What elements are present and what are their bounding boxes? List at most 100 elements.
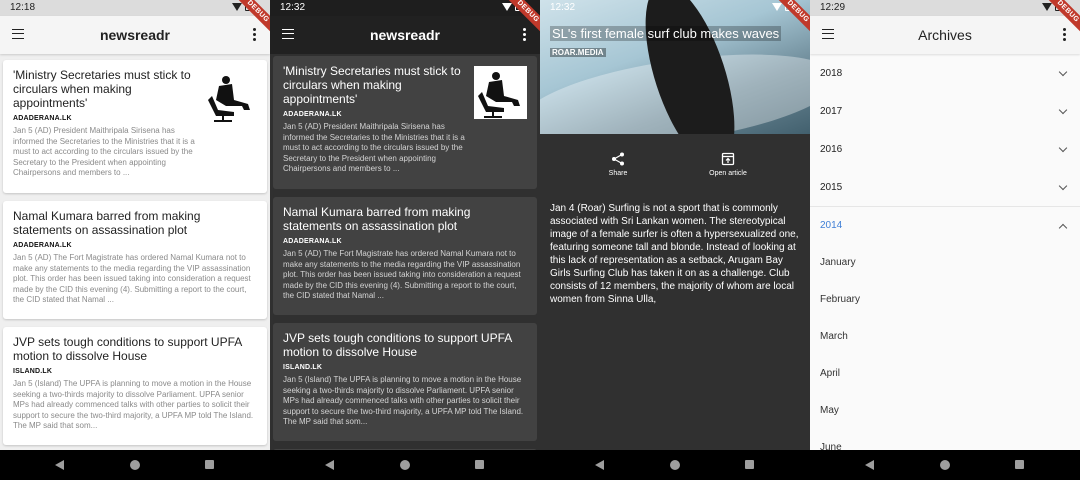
- home-icon[interactable]: [130, 460, 140, 470]
- home-icon[interactable]: [400, 460, 410, 470]
- system-nav-bar: [270, 450, 540, 480]
- menu-icon[interactable]: [822, 29, 834, 39]
- app-title: Archives: [918, 27, 972, 43]
- chevron-up-icon: [1058, 223, 1068, 233]
- news-source: ADADERANA.LK: [13, 242, 72, 249]
- news-headline: Namal Kumara barred from making statemen…: [13, 209, 201, 237]
- wifi-icon: [232, 2, 242, 11]
- status-bar: 12:29: [810, 0, 1080, 16]
- year-row-2014[interactable]: 2014: [810, 206, 1080, 244]
- more-options-icon[interactable]: [253, 28, 256, 42]
- month-item-january[interactable]: January: [810, 244, 1080, 281]
- app-bar: newsreadr: [0, 16, 270, 54]
- open-in-new-icon: [721, 152, 735, 166]
- news-card[interactable]: 'Ministry Secretaries must stick to circ…: [3, 60, 267, 193]
- news-card[interactable]: 'Ministry Secretaries must stick to circ…: [273, 56, 537, 189]
- month-item-may[interactable]: May: [810, 392, 1080, 429]
- year-label: 2017: [820, 105, 843, 117]
- system-nav-bar: [810, 450, 1080, 480]
- back-icon[interactable]: [865, 460, 874, 470]
- article-source: ROAR.MEDIA: [550, 48, 606, 57]
- back-icon[interactable]: [325, 460, 334, 470]
- menu-icon[interactable]: [282, 29, 294, 39]
- news-list-screen-light: 12:18 DEBUG newsreadr 'Ministry Secretar…: [0, 0, 270, 480]
- share-label: Share: [608, 170, 628, 177]
- share-button[interactable]: Share: [578, 152, 658, 177]
- chevron-down-icon: [1058, 67, 1068, 77]
- status-time: 12:32: [280, 2, 306, 13]
- news-headline: JVP sets tough conditions to support UPF…: [283, 331, 512, 359]
- chevron-down-icon: [1058, 143, 1068, 153]
- home-icon[interactable]: [940, 460, 950, 470]
- year-label: 2018: [820, 67, 843, 79]
- month-label: May: [820, 405, 839, 416]
- year-label: 2014: [820, 220, 843, 231]
- month-item-march[interactable]: March: [810, 318, 1080, 355]
- month-label: June: [820, 442, 842, 450]
- year-label: 2015: [820, 181, 843, 193]
- app-bar: newsreadr: [270, 16, 540, 54]
- app-title: newsreadr: [99, 27, 171, 43]
- news-summary: Jan 5 (AD) President Maithripala Sirisen…: [13, 126, 195, 177]
- news-summary: Jan 5 (Island) The UPFA is planning to m…: [13, 379, 254, 430]
- month-label: February: [820, 294, 861, 305]
- status-bar: 12:32: [540, 0, 810, 16]
- menu-icon[interactable]: [12, 29, 24, 39]
- news-list[interactable]: 'Ministry Secretaries must stick to circ…: [270, 54, 540, 450]
- month-label: April: [820, 368, 841, 379]
- news-summary: Jan 5 (AD) The Fort Magistrate has order…: [13, 253, 251, 304]
- app-bar: Archives: [810, 16, 1080, 54]
- archives-screen: 12:29 DEBUG Archives 2018 2017 2016 2015…: [810, 0, 1080, 480]
- news-headline: 'Ministry Secretaries must stick to circ…: [13, 68, 191, 110]
- news-list[interactable]: 'Ministry Secretaries must stick to circ…: [0, 54, 270, 450]
- wifi-icon: [1042, 2, 1052, 11]
- open-article-label: Open article: [709, 170, 747, 177]
- year-row-2016[interactable]: 2016: [810, 130, 1080, 168]
- month-label: March: [820, 331, 848, 342]
- recent-apps-icon[interactable]: [1015, 460, 1024, 469]
- back-icon[interactable]: [55, 460, 64, 470]
- article-actions: Share Open article: [540, 152, 810, 186]
- news-list-screen-dark: 12:32 DEBUG newsreadr 'Ministry Secretar…: [270, 0, 540, 480]
- more-options-icon[interactable]: [523, 28, 526, 42]
- system-nav-bar: [0, 450, 270, 480]
- home-icon[interactable]: [670, 460, 680, 470]
- article-detail-screen: 12:32 DEBUG SL's first female surf club …: [540, 0, 810, 480]
- app-title: newsreadr: [369, 27, 441, 43]
- open-article-button[interactable]: Open article: [688, 152, 768, 177]
- month-item-april[interactable]: April: [810, 355, 1080, 392]
- article-hero-image: [540, 0, 810, 134]
- more-options-icon[interactable]: [1063, 28, 1066, 42]
- news-summary: Jan 5 (AD) The Fort Magistrate has order…: [283, 249, 521, 300]
- month-item-june[interactable]: June: [810, 429, 1080, 450]
- news-headline: Namal Kumara barred from making statemen…: [283, 205, 471, 233]
- status-bar: 12:18: [0, 0, 270, 16]
- archives-list[interactable]: 2018 2017 2016 2015 2014 January Februar…: [810, 54, 1080, 450]
- year-row-2015[interactable]: 2015: [810, 168, 1080, 206]
- news-thumbnail: [474, 66, 527, 119]
- news-source: ISLAND.LK: [283, 364, 323, 371]
- recent-apps-icon[interactable]: [475, 460, 484, 469]
- year-row-2017[interactable]: 2017: [810, 92, 1080, 130]
- system-nav-bar: [540, 450, 810, 480]
- status-time: 12:32: [550, 2, 576, 13]
- chevron-down-icon: [1058, 105, 1068, 115]
- year-row-2018[interactable]: 2018: [810, 54, 1080, 92]
- month-item-february[interactable]: February: [810, 281, 1080, 318]
- news-card[interactable]: Namal Kumara barred from making statemen…: [273, 197, 537, 315]
- news-card[interactable]: JVP sets tough conditions to support UPF…: [273, 323, 537, 441]
- recent-apps-icon[interactable]: [205, 460, 214, 469]
- news-card[interactable]: JVP sets tough conditions to support UPF…: [3, 327, 267, 445]
- year-label: 2016: [820, 143, 843, 155]
- news-thumbnail: [204, 70, 257, 123]
- wifi-icon: [772, 2, 782, 11]
- share-icon: [612, 152, 624, 166]
- news-card[interactable]: Namal Kumara barred from making statemen…: [3, 201, 267, 319]
- article-title: SL's first female surf club makes waves: [550, 26, 782, 41]
- recent-apps-icon[interactable]: [745, 460, 754, 469]
- news-headline: 'Ministry Secretaries must stick to circ…: [283, 64, 461, 106]
- status-time: 12:18: [10, 2, 36, 13]
- back-icon[interactable]: [595, 460, 604, 470]
- chevron-down-icon: [1058, 181, 1068, 191]
- news-summary: Jan 5 (AD) President Maithripala Sirisen…: [283, 122, 465, 173]
